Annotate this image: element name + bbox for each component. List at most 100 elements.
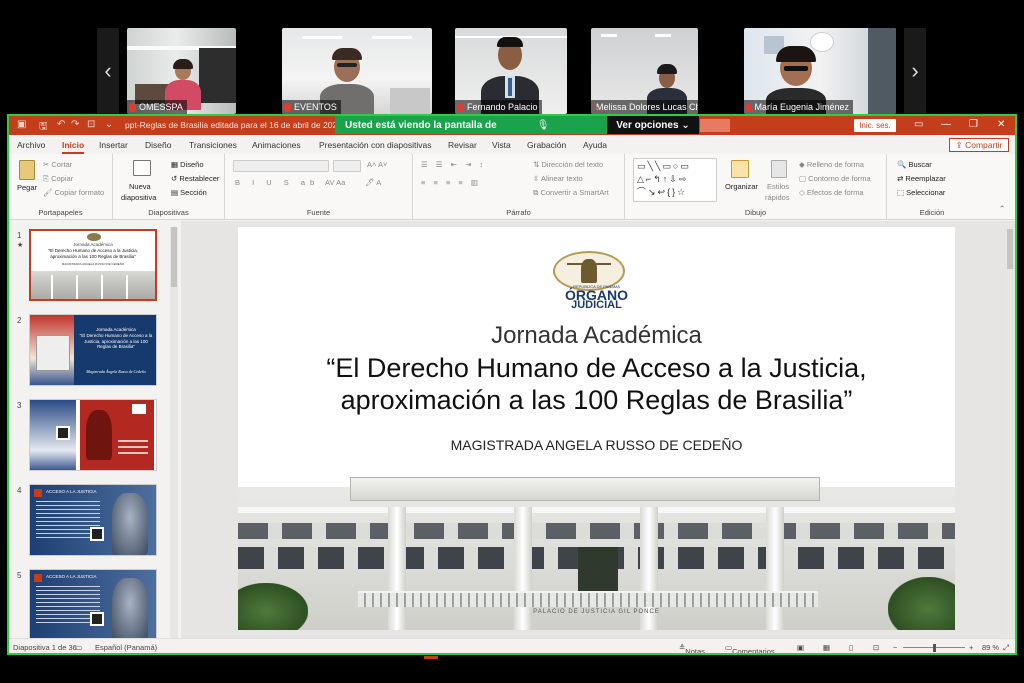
quick-styles-button[interactable]: Estilos (767, 182, 789, 191)
zoom-in-icon[interactable]: + (969, 643, 973, 652)
ribbon-display-icon[interactable]: ▭ (914, 119, 923, 130)
autosave-icon[interactable]: ▣ (17, 119, 26, 130)
current-slide[interactable]: REPÚBLICA DE PANAMÁ ÓRGANO JUDICIAL Jorn… (238, 227, 955, 630)
slide-sorter-icon[interactable]: ▦ (823, 643, 830, 652)
reading-view-icon[interactable]: ▯ (849, 643, 853, 652)
format-painter-button[interactable]: 🖌 Copiar formato (43, 188, 104, 197)
participant-tile[interactable]: Melissa Dolores Lucas Chuito (591, 28, 698, 114)
notes-button[interactable]: ≙ Notas (679, 643, 705, 653)
participant-tile[interactable]: OMESSPA (127, 28, 236, 114)
align-buttons[interactable]: ≡ ≡ ≡ ≡ ▥ (421, 178, 481, 187)
reset-button[interactable]: ↺ Restablecer (171, 174, 219, 183)
paste-button[interactable]: Pegar (17, 183, 37, 192)
copy-button[interactable]: ⎘ Copiar (43, 174, 73, 184)
arrange-button[interactable]: Organizar (725, 182, 758, 191)
participant-tile[interactable]: EVENTOS (282, 28, 432, 114)
convert-smartart-button[interactable]: ⧉ Convertir a SmartArt (533, 188, 609, 198)
layout-button[interactable]: ▦ Diseño (171, 160, 204, 169)
paste-icon[interactable] (19, 160, 35, 180)
title-bar: ▣ 🖫 ↶ ↷ ⊡ ⌄ ppt-Reglas de Brasilia edita… (9, 116, 1015, 135)
slide-thumbnail-panel: 1 ★ Jornada Académica "El Derecho Humano… (9, 221, 181, 641)
zoom-slider-thumb[interactable] (933, 644, 936, 652)
menu-ayuda[interactable]: Ayuda (583, 140, 607, 150)
menu-presentacion[interactable]: Presentación con diapositivas (319, 140, 431, 150)
comments-button[interactable]: ▭ Comentarios (725, 643, 775, 653)
ribbon: Pegar ✂ Cortar ⎘ Copiar 🖌 Copiar formato… (9, 154, 1015, 220)
participant-tile[interactable]: María Eugenia Jiménez (744, 28, 896, 114)
menu-diseno[interactable]: Diseño (145, 140, 171, 150)
scrollbar-thumb[interactable] (1007, 229, 1013, 269)
gallery-prev-button[interactable]: ‹ (97, 28, 119, 114)
font-spacing-buttons[interactable]: AV Aa (325, 178, 345, 187)
share-button[interactable]: ⇪ Compartir (949, 138, 1009, 152)
document-title: ppt-Reglas de Brasilia editada para el 1… (125, 120, 366, 130)
undo-icon[interactable]: ↶ (57, 119, 65, 130)
select-button[interactable]: ⬚ Seleccionar (897, 188, 945, 197)
language-label[interactable]: Español (Panamá) (95, 643, 157, 652)
zoom-out-icon[interactable]: − (893, 643, 897, 652)
restore-icon[interactable]: ❐ (969, 119, 978, 130)
close-icon[interactable]: ✕ (997, 119, 1005, 130)
menu-inicio[interactable]: Inicio (62, 140, 84, 150)
menu-insertar[interactable]: Insertar (99, 140, 128, 150)
ribbon-group-paragraph: ☰ ☰ ⇤ ⇥ ↕ ≡ ≡ ≡ ≡ ▥ ⇅ Dirección del text… (413, 154, 625, 220)
collapse-ribbon-icon[interactable]: ⌃ (999, 204, 1005, 213)
present-icon[interactable]: ⊡ (87, 119, 95, 130)
menu-animaciones[interactable]: Animaciones (252, 140, 301, 150)
text-direction-button[interactable]: ⇅ Dirección del texto (533, 160, 603, 169)
view-options-button[interactable]: Ver opciones ⌄ (607, 116, 699, 134)
shape-effects-button[interactable]: ◇ Efectos de forma (799, 188, 864, 197)
zoom-level[interactable]: 89 % (982, 643, 999, 652)
taskbar-indicator (424, 656, 438, 659)
logo-icon (87, 233, 101, 241)
menu-archivo[interactable]: Archivo (17, 140, 45, 150)
participant-name-label: María Eugenia Jiménez (744, 100, 853, 114)
scrollbar-thumb[interactable] (171, 227, 177, 287)
shape-fill-button[interactable]: ◆ Relleno de forma (799, 160, 864, 169)
accessibility-icon[interactable]: ▭ (75, 643, 82, 652)
minimize-icon[interactable]: — (941, 119, 951, 130)
section-button[interactable]: ▤ Sección (171, 188, 207, 197)
shapes-gallery[interactable]: ▭╲╲▭○▭ △⌐↰↑⇩⇨ ⌒↘↩{}☆ (633, 158, 717, 202)
find-button[interactable]: 🔍 Buscar (897, 160, 932, 169)
thumbnail-scrollbar[interactable] (170, 227, 178, 639)
slide-thumbnail-3[interactable] (29, 399, 157, 471)
new-slide-button[interactable]: Nueva (129, 182, 151, 191)
list-buttons[interactable]: ☰ ☰ ⇤ ⇥ ↕ (421, 160, 486, 169)
slide-thumbnail-1[interactable]: Jornada Académica "El Derecho Humano de … (29, 229, 157, 301)
menu-grabacion[interactable]: Grabación (527, 140, 566, 150)
arrange-icon[interactable] (731, 160, 749, 178)
font-format-buttons[interactable]: B I U S ab (235, 178, 319, 187)
participant-tile[interactable]: Fernando Palacio (455, 28, 567, 114)
quick-styles-icon[interactable] (771, 160, 787, 178)
slide-thumbnail-5[interactable]: ACCESO A LA JUSTICIA (29, 569, 157, 641)
shape-outline-button[interactable]: ▢ Contorno de forma (799, 174, 871, 183)
new-slide-icon[interactable] (133, 160, 151, 176)
slide-scrollbar[interactable] (1006, 221, 1014, 641)
ribbon-group-slides: Nueva diapositiva ▦ Diseño ↺ Restablecer… (113, 154, 225, 220)
slide-thumbnail-2[interactable]: Jornada Académica "El Derecho Humano de … (29, 314, 157, 386)
search-box[interactable] (700, 119, 730, 132)
replace-button[interactable]: ⇄ Reemplazar (897, 174, 946, 183)
align-text-button[interactable]: ⇳ Alinear texto (533, 174, 583, 183)
menu-vista[interactable]: Vista (492, 140, 511, 150)
save-icon[interactable]: 🖫 (39, 119, 48, 136)
slideshow-icon[interactable]: ⊡ (873, 643, 879, 652)
gallery-next-button[interactable]: › (904, 28, 926, 114)
group-label: Dibujo (744, 208, 767, 217)
mic-icon[interactable]: 🎙 (537, 120, 550, 131)
menu-transiciones[interactable]: Transiciones (189, 140, 237, 150)
font-size-controls[interactable]: A˄ A˅ (367, 160, 387, 169)
menu-revisar[interactable]: Revisar (448, 140, 477, 150)
fit-slide-icon[interactable]: ⤢ (1003, 643, 1009, 653)
star-icon: ★ (17, 242, 24, 249)
font-family-select[interactable] (233, 160, 329, 172)
customize-toolbar-icon[interactable]: ⌄ (105, 119, 113, 130)
font-color-buttons[interactable]: 🖊 A (365, 178, 381, 187)
slide-thumbnail-4[interactable]: ACCESO A LA JUSTICIA (29, 484, 157, 556)
normal-view-icon[interactable]: ▣ (797, 643, 804, 652)
sign-in-button[interactable]: Inic. ses. (854, 119, 896, 132)
font-size-select[interactable] (333, 160, 361, 172)
redo-icon[interactable]: ↷ (71, 119, 79, 130)
cut-button[interactable]: ✂ Cortar (43, 160, 72, 169)
